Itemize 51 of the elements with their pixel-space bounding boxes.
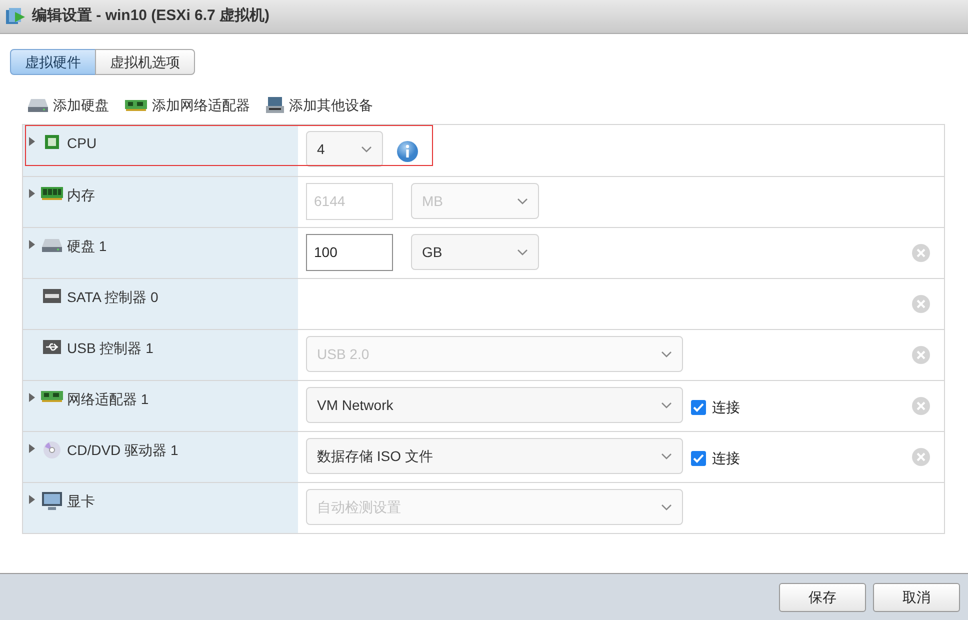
usb-icon — [43, 339, 61, 355]
toolbar-button[interactable]: 添加网络适配器 — [125, 94, 250, 116]
expand-arrow-icon[interactable] — [29, 444, 35, 453]
tab[interactable]: 虚拟硬件 — [10, 49, 96, 75]
controller-chip-icon — [43, 288, 61, 304]
device-name: SATA 控制器 0 — [67, 288, 158, 307]
device-icon — [266, 96, 284, 114]
device-name: CPU — [67, 134, 97, 153]
dropdown[interactable]: 4 — [306, 131, 383, 167]
disc-icon — [43, 441, 61, 459]
number-field[interactable]: 100 — [306, 234, 393, 271]
device-name: 网络适配器 1 — [67, 390, 149, 409]
tab[interactable]: 虚拟机选项 — [95, 49, 195, 75]
checkbox[interactable] — [691, 400, 706, 414]
chevron-down-icon — [361, 146, 372, 152]
expand-arrow-icon[interactable] — [29, 137, 35, 146]
dropdown[interactable]: 数据存储 ISO 文件 — [306, 438, 683, 474]
checkbox-label: 连接 — [712, 398, 740, 416]
checkbox-label: 连接 — [712, 448, 740, 468]
chip-icon — [44, 134, 60, 150]
expand-arrow-icon[interactable] — [29, 189, 35, 198]
network-card-icon — [125, 99, 147, 111]
window-title: 编辑设置 - win10 (ESXi 6.7 虚拟机) — [32, 6, 270, 26]
checkbox[interactable] — [691, 450, 706, 466]
vm-icon — [6, 8, 26, 26]
chevron-down-icon — [517, 248, 528, 256]
toolbar-button[interactable]: 添加硬盘 — [28, 94, 109, 116]
dialog-button[interactable]: 取消 — [873, 582, 960, 612]
chevron-down-icon — [661, 504, 672, 510]
device-name: 硬盘 1 — [67, 237, 107, 256]
device-name: USB 控制器 1 — [67, 339, 154, 358]
device-name: 内存 — [67, 186, 95, 205]
chevron-down-icon — [517, 198, 528, 204]
chevron-down-icon — [661, 350, 672, 358]
hard-drive-icon — [28, 97, 48, 113]
expand-arrow-icon[interactable] — [29, 393, 35, 402]
expand-arrow-icon[interactable] — [29, 495, 35, 504]
memory-module-icon — [41, 186, 63, 200]
expand-arrow-icon[interactable] — [29, 240, 35, 249]
monitor-icon — [42, 492, 62, 510]
device-name: CD/DVD 驱动器 1 — [67, 441, 178, 460]
chevron-down-icon — [661, 452, 672, 460]
device-name: 显卡 — [67, 492, 95, 511]
toolbar-button[interactable]: 添加其他设备 — [266, 94, 373, 116]
network-card-icon — [41, 390, 63, 402]
info-icon[interactable] — [397, 141, 418, 162]
dropdown[interactable]: GB — [411, 234, 539, 270]
chevron-down-icon — [661, 402, 672, 408]
dialog-button[interactable]: 保存 — [779, 582, 866, 612]
hard-drive-icon — [42, 237, 62, 253]
dropdown[interactable]: VM Network — [306, 387, 683, 423]
